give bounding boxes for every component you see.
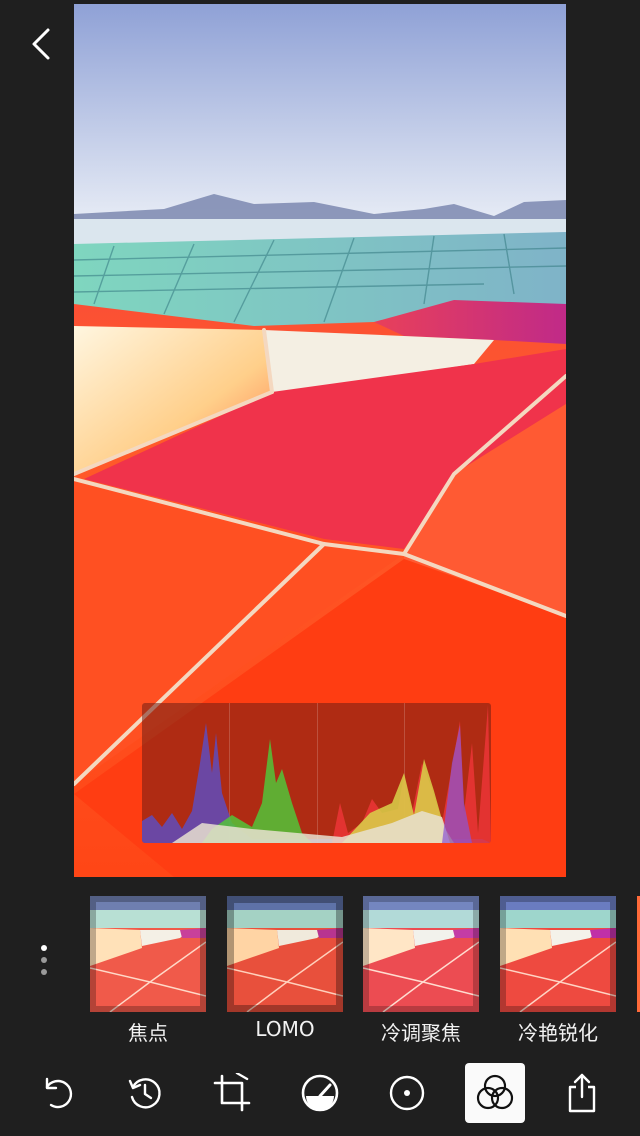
filter-label: 冷调聚焦 xyxy=(381,1021,461,1045)
undo-button[interactable] xyxy=(27,1063,87,1123)
crop-button[interactable] xyxy=(202,1063,262,1123)
crop-icon xyxy=(213,1073,251,1112)
chevron-left-icon xyxy=(32,28,50,60)
back-button[interactable] xyxy=(26,22,62,66)
filter-thumbnail xyxy=(363,896,479,1012)
adjust-dial-icon xyxy=(301,1074,339,1112)
focus-circle-icon xyxy=(389,1075,425,1111)
filter-item-focus[interactable]: 焦点 xyxy=(90,896,206,1046)
filter-thumbnail xyxy=(90,896,206,1012)
filter-label: LOMO xyxy=(255,1017,315,1041)
bottom-toolbar xyxy=(0,1060,640,1126)
filter-item-lomo[interactable]: LOMO xyxy=(227,896,343,1041)
history-button[interactable] xyxy=(115,1063,175,1123)
filter-label: 焦点 xyxy=(128,1021,168,1045)
share-icon xyxy=(568,1073,596,1113)
filter-strip[interactable]: 焦点 LOMO 冷调聚焦 冷艳锐化 xyxy=(0,896,640,1046)
focus-button[interactable] xyxy=(377,1063,437,1123)
undo-icon xyxy=(45,1077,73,1109)
filters-icon xyxy=(476,1074,514,1110)
filter-thumbnail xyxy=(227,896,343,1012)
adjust-button[interactable] xyxy=(290,1063,350,1123)
filter-item-cool-focus[interactable]: 冷调聚焦 xyxy=(363,896,479,1046)
filter-label: 冷艳锐化 xyxy=(518,1021,598,1045)
filter-item-cool-sharpen[interactable]: 冷艳锐化 xyxy=(500,896,616,1046)
filter-thumbnail xyxy=(500,896,616,1012)
history-icon xyxy=(128,1078,161,1109)
histogram-overlay xyxy=(142,703,491,843)
share-button[interactable] xyxy=(552,1063,612,1123)
filters-button[interactable] xyxy=(465,1063,525,1123)
